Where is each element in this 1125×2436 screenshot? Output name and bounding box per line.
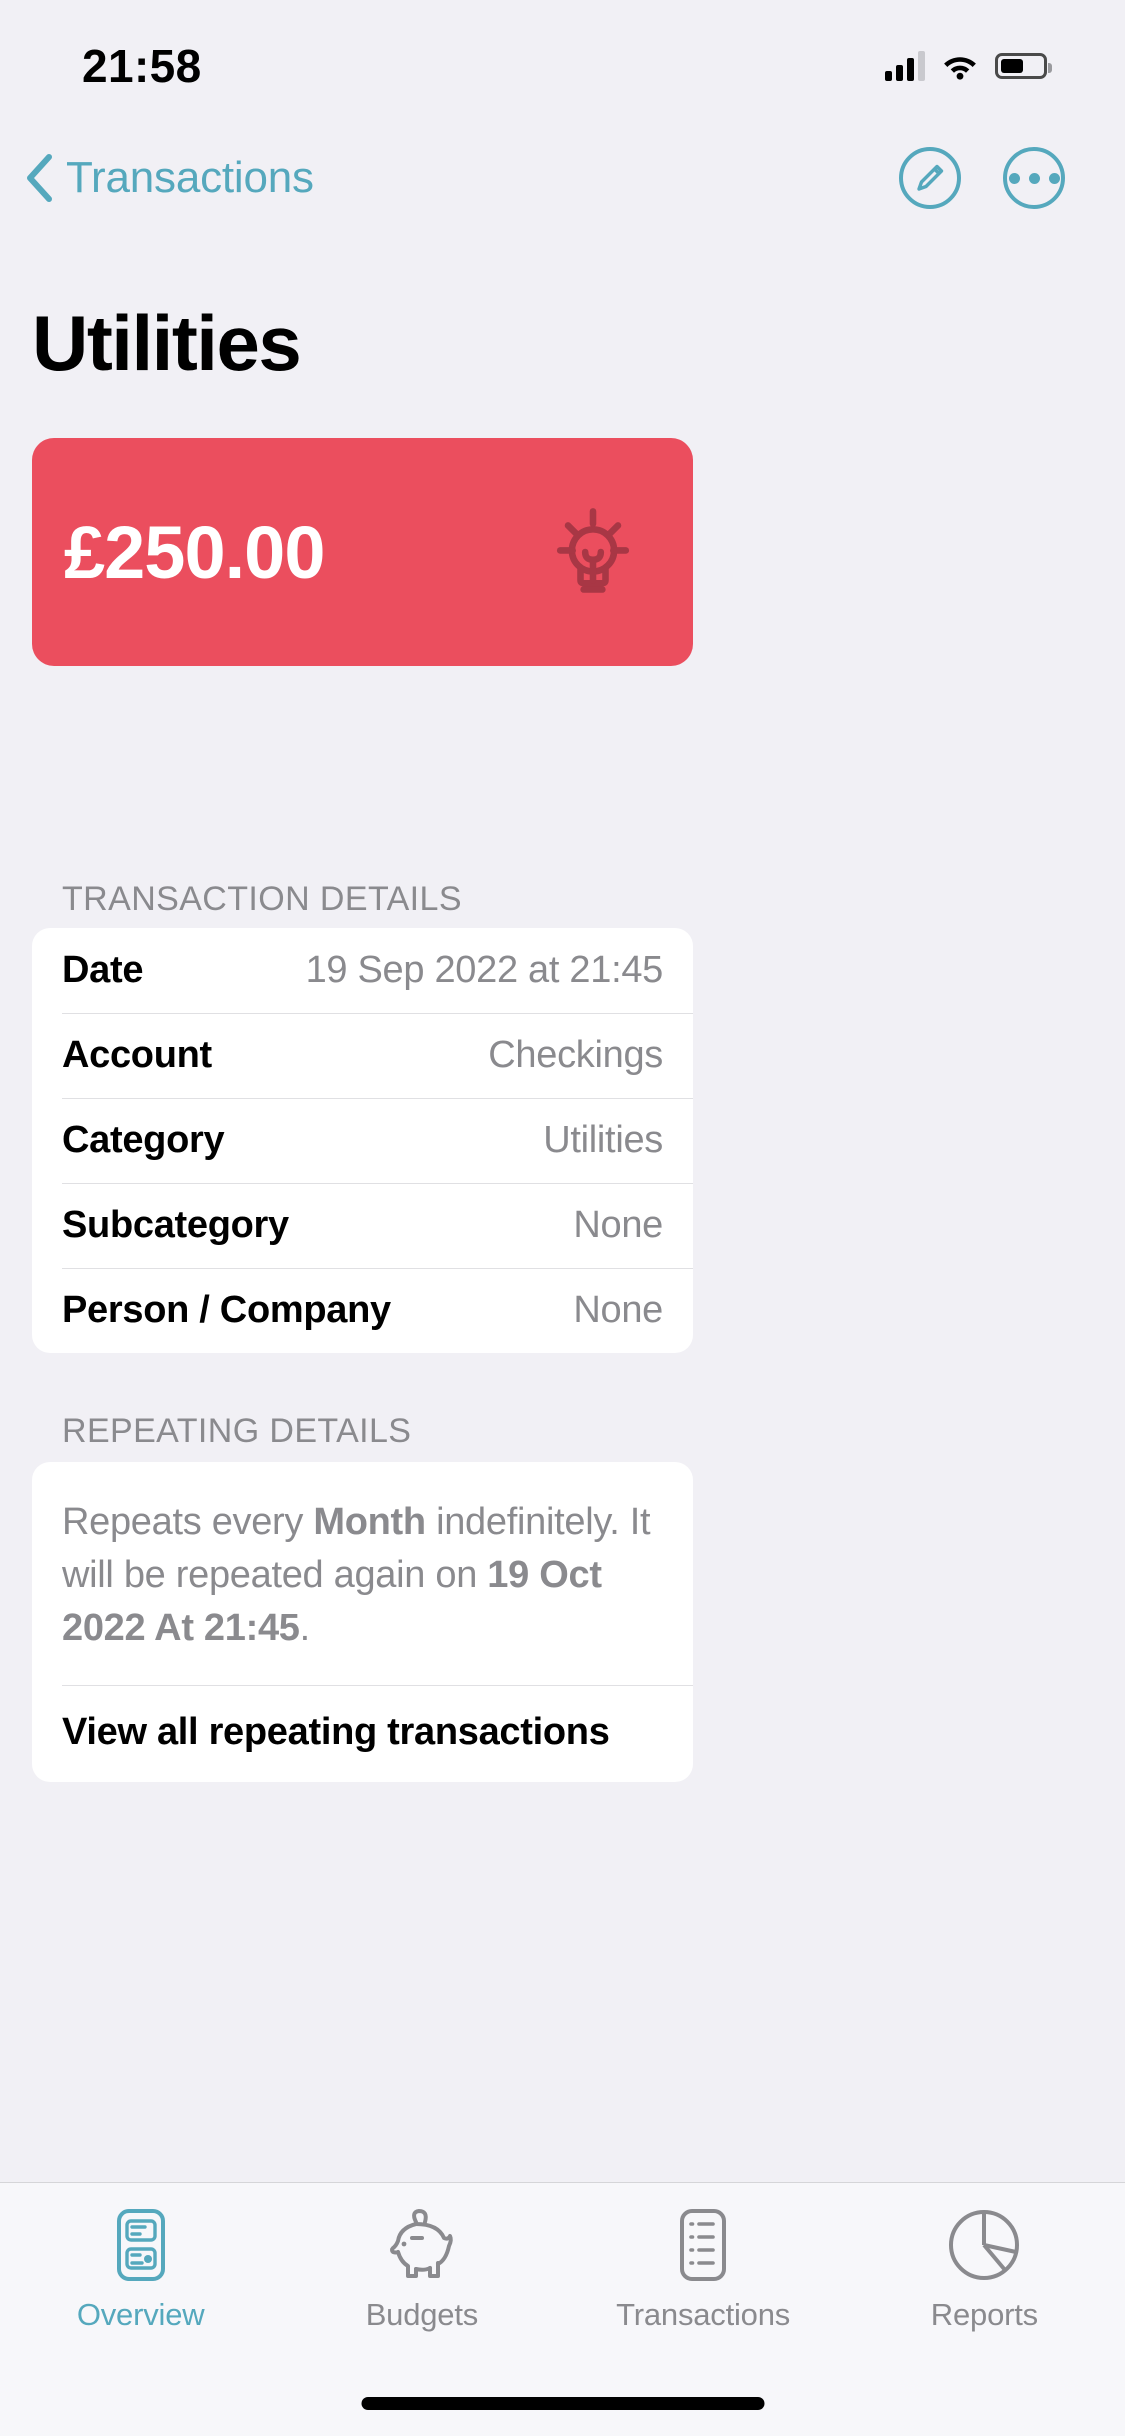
table-row[interactable]: Person / Company None [32,1268,693,1353]
tab-overview-label: Overview [76,2297,205,2332]
transaction-amount: £250.00 [64,510,325,594]
repeat-text-1: Repeats every [62,1501,314,1543]
home-indicator [361,2397,764,2410]
overview-icon [105,2205,177,2285]
tab-budgets[interactable]: Budgets [281,2205,562,2333]
repeat-text-3: . [299,1607,311,1649]
list-icon [667,2205,739,2285]
tab-budgets-label: Budgets [365,2297,479,2332]
tab-reports-label: Reports [930,2297,1038,2332]
status-bar: 21:58 [0,0,1125,132]
row-label: Category [62,1119,225,1161]
piggy-bank-icon [386,2205,458,2285]
navigation-bar: Transactions [0,132,1125,224]
table-row[interactable]: Category Utilities [32,1098,693,1183]
edit-button[interactable] [899,147,961,209]
row-label: Subcategory [62,1204,289,1246]
status-bar-indicators [885,51,1052,81]
repeating-details-header: REPEATING DETAILS [62,1412,412,1450]
nav-actions [899,147,1065,209]
battery-icon [995,53,1052,79]
repeating-description: Repeats every Month indefinitely. It wil… [32,1462,693,1685]
tab-transactions[interactable]: Transactions [563,2205,844,2333]
table-row[interactable]: Subcategory None [32,1183,693,1268]
table-row[interactable]: Date 19 Sep 2022 at 21:45 [32,928,693,1013]
view-all-repeating-transactions-label: View all repeating transactions [62,1711,610,1753]
page-title: Utilities [32,299,302,387]
chevron-left-icon [27,154,52,202]
tab-overview[interactable]: Overview [0,2205,281,2333]
row-value: None [573,1289,663,1331]
repeat-frequency: Month [313,1501,426,1543]
wifi-icon [944,56,976,80]
tab-transactions-label: Transactions [616,2297,791,2332]
back-button-label: Transactions [66,153,314,202]
cellular-signal-icon [885,51,925,81]
transaction-details-header: TRANSACTION DETAILS [62,880,462,918]
ellipsis-circle-icon [1008,172,1060,184]
repeating-details-card: Repeats every Month indefinitely. It wil… [32,1462,693,1782]
tab-reports[interactable]: Reports [844,2205,1125,2333]
back-button[interactable]: Transactions [24,153,314,203]
row-label: Account [62,1034,212,1076]
status-bar-time: 21:58 [82,40,202,92]
row-value: Utilities [543,1119,663,1161]
row-value: Checkings [488,1034,663,1076]
pie-chart-icon [948,2205,1020,2285]
row-label: Date [62,949,144,991]
lightbulb-icon [556,508,630,593]
transaction-details-card: Date 19 Sep 2022 at 21:45 Account Checki… [32,928,693,1353]
view-all-repeating-transactions-button[interactable]: View all repeating transactions [32,1685,693,1782]
more-button[interactable] [1003,147,1065,209]
tab-bar: Overview Budgets Transactions Reports [0,2182,1125,2436]
row-value: 19 Sep 2022 at 21:45 [305,949,664,991]
table-row[interactable]: Account Checkings [32,1013,693,1098]
row-label: Person / Company [62,1289,391,1331]
row-value: None [573,1204,663,1246]
amount-card: £250.00 [32,438,693,666]
pencil-circle-icon [917,164,944,191]
